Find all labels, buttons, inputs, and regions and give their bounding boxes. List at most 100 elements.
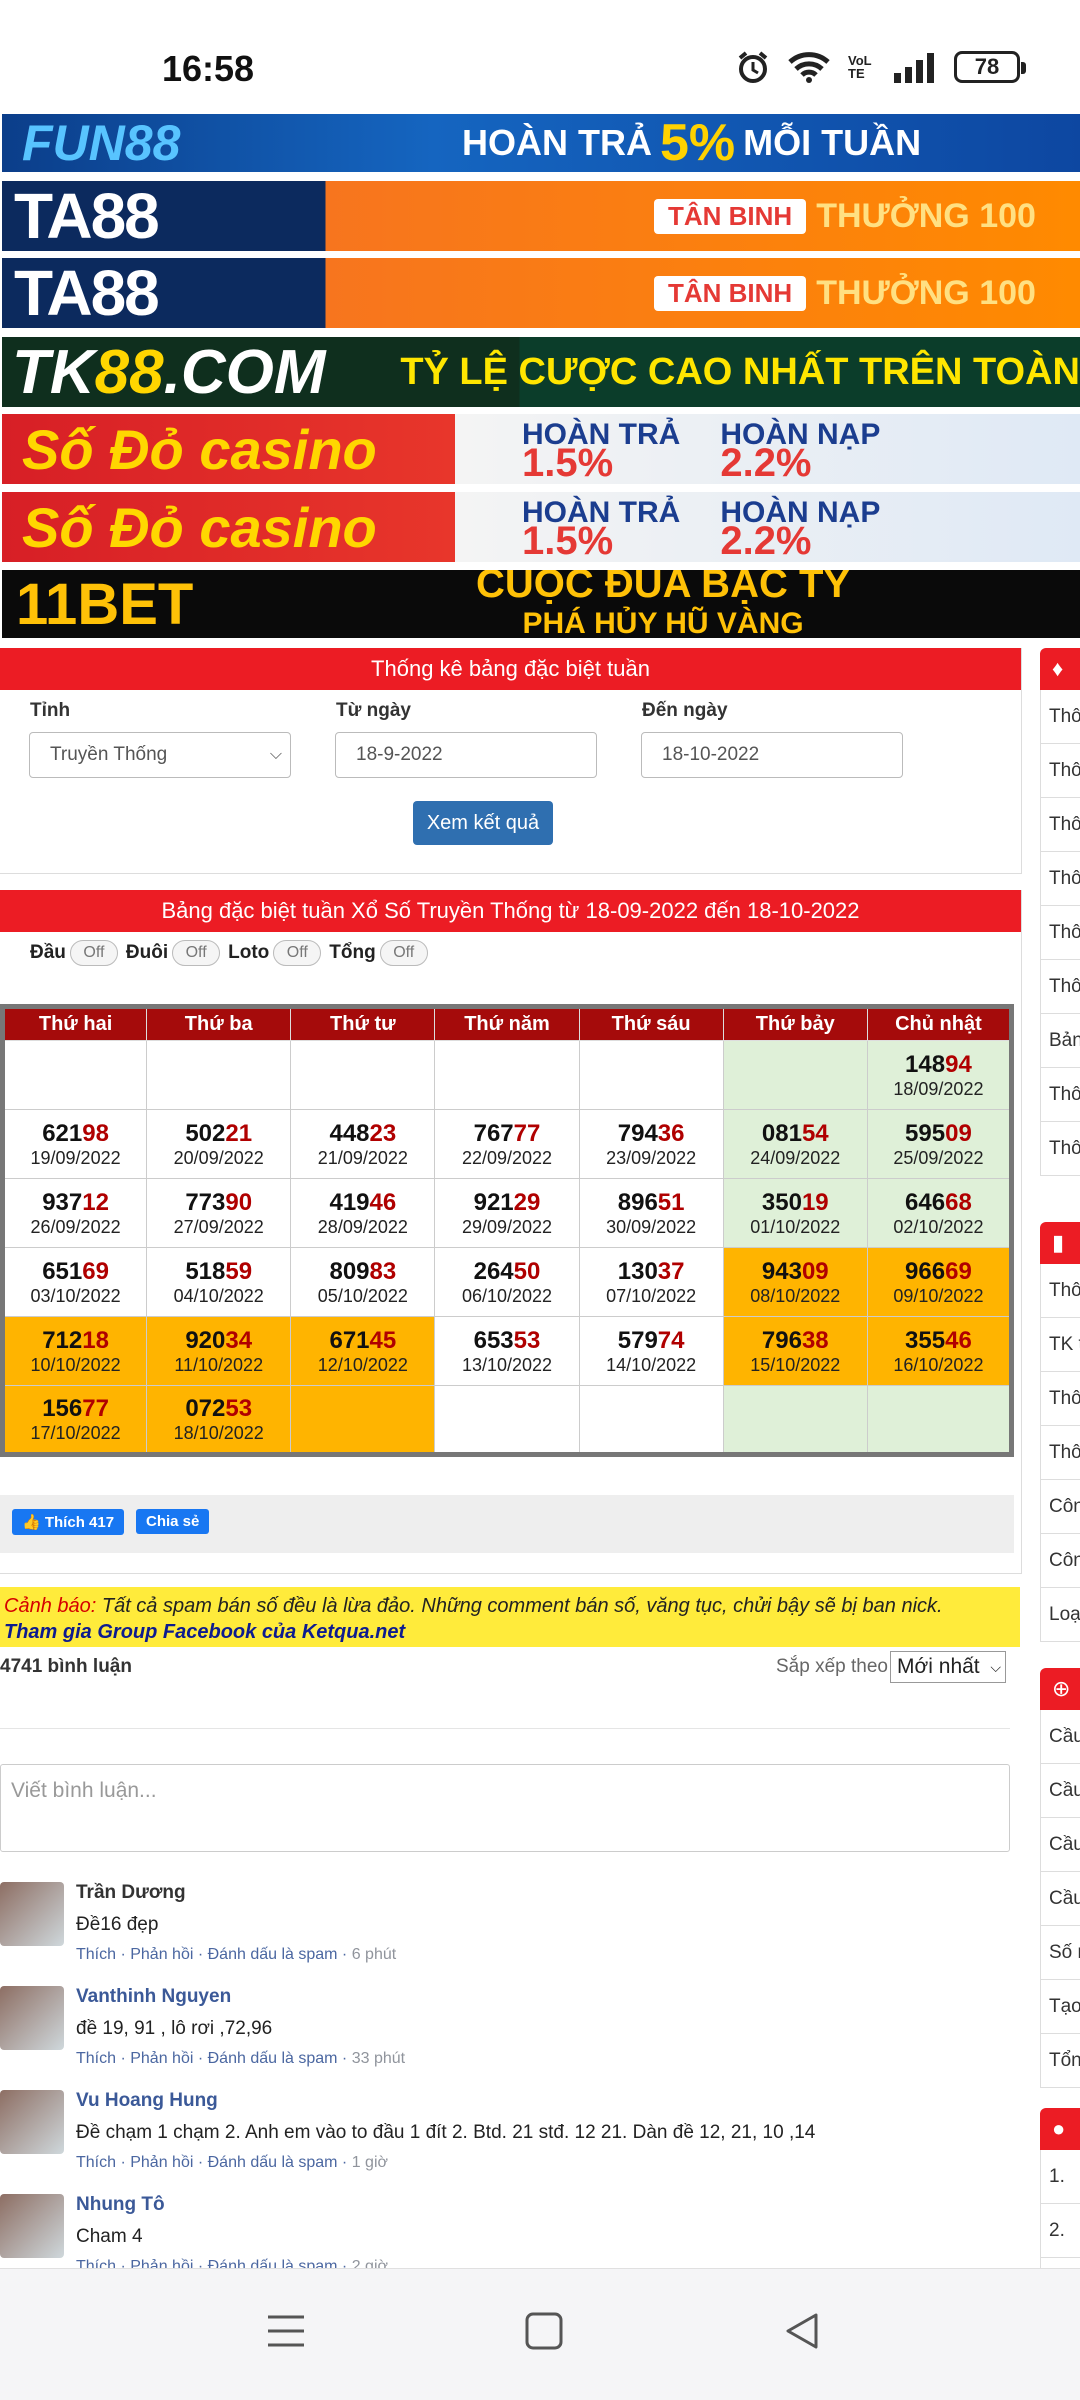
- from-date-input[interactable]: 18-9-2022: [335, 732, 597, 778]
- facebook-like-button[interactable]: 👍 Thích 417: [12, 1509, 125, 1535]
- result-date: 28/09/2022: [317, 1216, 408, 1237]
- sidebar-item[interactable]: Thô loto: [1040, 744, 1080, 798]
- result-number: 41946: [329, 1188, 397, 1216]
- comment-actions[interactable]: Thích · Phản hồi · Đánh dấu là spam · 6 …: [76, 1946, 396, 1964]
- back-icon[interactable]: [782, 2311, 822, 2351]
- sidebar-item[interactable]: TK t: [1040, 1318, 1080, 1372]
- result-date: 07/10/2022: [606, 1285, 697, 1306]
- result-number: 79436: [617, 1119, 685, 1147]
- result-cell: 94309 08/10/2022: [722, 1247, 868, 1317]
- province-select[interactable]: Truyền Thống ⌵: [29, 732, 291, 778]
- result-number: 92129: [473, 1188, 541, 1216]
- table-row: 14894 18/09/2022: [1, 1040, 1013, 1110]
- result-number: 94309: [761, 1257, 829, 1285]
- toggle-switch[interactable]: Off: [273, 940, 322, 966]
- sidebar-item[interactable]: Côn: [1040, 1480, 1080, 1534]
- day-header: Chủ nhật: [866, 1006, 1013, 1041]
- alarm-icon: [738, 51, 768, 83]
- wifi-icon: [788, 52, 830, 83]
- result-cell: 13037 07/10/2022: [578, 1247, 724, 1317]
- banner-sodo-2[interactable]: Số Đỏ casino HOÀN TRẢ 1.5% HOÀN NẠP 2.2%: [2, 492, 1080, 562]
- day-header: Thứ hai: [1, 1006, 148, 1041]
- 11bet-logo: 11BET: [16, 571, 194, 637]
- sidebar-item[interactable]: Thô theo: [1040, 1068, 1080, 1122]
- sidebar-item[interactable]: Thô: [1040, 960, 1080, 1014]
- sidebar-item[interactable]: Thô: [1040, 1264, 1080, 1318]
- banner-tk88[interactable]: TK88.COM TỶ LỆ CƯỢC CAO NHẤT TRÊN TOÀN: [2, 337, 1080, 407]
- facebook-group-link[interactable]: Tham gia Group Facebook của Ketqua.net: [4, 1621, 405, 1643]
- result-date: 15/10/2022: [750, 1354, 841, 1375]
- sidebar-item[interactable]: Cầu: [1040, 1818, 1080, 1872]
- banner-ta88-1[interactable]: TA88 TÂN BINH THƯỞNG 100: [2, 181, 1080, 251]
- province-label: Tỉnh: [30, 700, 71, 721]
- menu-icon[interactable]: [266, 2311, 306, 2351]
- avatar[interactable]: [0, 2194, 64, 2258]
- result-number: 44823: [329, 1119, 397, 1147]
- day-header: Thứ năm: [434, 1006, 580, 1041]
- comment-item: Vu Hoang Hung Đề chạm 1 chạm 2. Anh em và…: [0, 2090, 1020, 2180]
- comment-actions[interactable]: Thích · Phản hồi · Đánh dấu là spam · 33…: [76, 2050, 405, 2068]
- sidebar-item[interactable]: Cầu: [1040, 1764, 1080, 1818]
- tk88-text: TỶ LỆ CƯỢC CAO NHẤT TRÊN TOÀN: [400, 350, 1080, 393]
- sidebar-item[interactable]: Bản: [1040, 1014, 1080, 1068]
- sidebar-item[interactable]: Cầu: [1040, 1710, 1080, 1764]
- sidebar-item[interactable]: Cầu: [1040, 1872, 1080, 1926]
- sodo-logo: Số Đỏ casino: [22, 495, 377, 559]
- tk88-logo: TK88.COM: [12, 337, 326, 407]
- result-cell: [290, 1385, 436, 1455]
- result-date: 25/09/2022: [893, 1147, 984, 1168]
- comment-count: 4741 bình luận: [0, 1656, 132, 1677]
- result-cell: [434, 1385, 580, 1455]
- result-cell: [434, 1040, 580, 1110]
- avatar[interactable]: [0, 1986, 64, 2050]
- sort-select[interactable]: Mới nhất ⌵: [890, 1651, 1006, 1683]
- toggle-switch[interactable]: Off: [172, 940, 221, 966]
- sidebar-item[interactable]: Thô loto: [1040, 852, 1080, 906]
- sidebar-item[interactable]: Côn VIP: [1040, 1534, 1080, 1588]
- to-date-input[interactable]: 18-10-2022: [641, 732, 903, 778]
- banner-sodo-1[interactable]: Số Đỏ casino HOÀN TRẢ 1.5% HOÀN NẠP 2.2%: [2, 414, 1080, 484]
- comment-text: đề 19, 91 , lô rơi ,72,96: [76, 2018, 273, 2039]
- sidebar-item[interactable]: 2.: [1040, 2204, 1080, 2258]
- day-header: Thứ tư: [290, 1006, 436, 1041]
- avatar[interactable]: [0, 2090, 64, 2154]
- comment-author[interactable]: Nhung Tô: [76, 2194, 165, 2216]
- comment-author[interactable]: Vanthinh Nguyen: [76, 1986, 231, 2008]
- sidebar-item[interactable]: Tạo: [1040, 1980, 1080, 2034]
- sidebar-item[interactable]: 1.: [1040, 2150, 1080, 2204]
- comment-input[interactable]: Viết bình luận...: [0, 1764, 1010, 1852]
- sidebar-item[interactable]: Thô: [1040, 1426, 1080, 1480]
- sidebar-item[interactable]: Thô: [1040, 1372, 1080, 1426]
- result-date: 21/09/2022: [317, 1147, 408, 1168]
- sidebar-item[interactable]: Thô: [1040, 798, 1080, 852]
- result-cell: [578, 1385, 724, 1455]
- comment-author[interactable]: Vu Hoang Hung: [76, 2090, 218, 2112]
- toggle-switch[interactable]: Off: [69, 940, 118, 966]
- result-number: 57974: [617, 1326, 685, 1354]
- sidebar-item[interactable]: Thô: [1040, 1122, 1080, 1176]
- facebook-share-button[interactable]: Chia sẻ: [136, 1509, 210, 1534]
- comment-actions[interactable]: Thích · Phản hồi · Đánh dấu là spam · 1 …: [76, 2154, 388, 2172]
- signal-icon: [894, 53, 934, 83]
- home-icon[interactable]: [524, 2311, 564, 2351]
- day-header: Thứ sáu: [578, 1006, 724, 1041]
- sidebar-item[interactable]: Loạ: [1040, 1588, 1080, 1642]
- result-cell: 50221 20/09/2022: [146, 1109, 292, 1179]
- sidebar-item[interactable]: Thô: [1040, 690, 1080, 744]
- comment-author[interactable]: Trần Dương: [76, 1882, 186, 1904]
- sidebar-item[interactable]: Thô: [1040, 906, 1080, 960]
- view-results-button[interactable]: Xem kết quả: [413, 801, 553, 845]
- result-date: 01/10/2022: [750, 1216, 841, 1237]
- banner-fun88[interactable]: FUN88 HOÀN TRẢ 5% MỖI TUẦN: [2, 114, 1080, 172]
- avatar[interactable]: [0, 1882, 64, 1946]
- result-number: 77390: [185, 1188, 253, 1216]
- result-number: 71218: [42, 1326, 109, 1354]
- result-date: 06/10/2022: [461, 1285, 553, 1306]
- toggle-switch[interactable]: Off: [379, 940, 428, 966]
- banner-ta88-2[interactable]: TA88 TÂN BINH THƯỞNG 100: [2, 258, 1080, 328]
- banner-11bet[interactable]: 11BET CUỘC ĐUA BẠC TỶ PHÁ HỦY HŨ VÀNG: [2, 570, 1080, 638]
- sidebar-item[interactable]: Tổn: [1040, 2034, 1080, 2088]
- result-number: 35546: [905, 1326, 972, 1354]
- sidebar-item[interactable]: Số n: [1040, 1926, 1080, 1980]
- result-number: 62198: [42, 1119, 109, 1147]
